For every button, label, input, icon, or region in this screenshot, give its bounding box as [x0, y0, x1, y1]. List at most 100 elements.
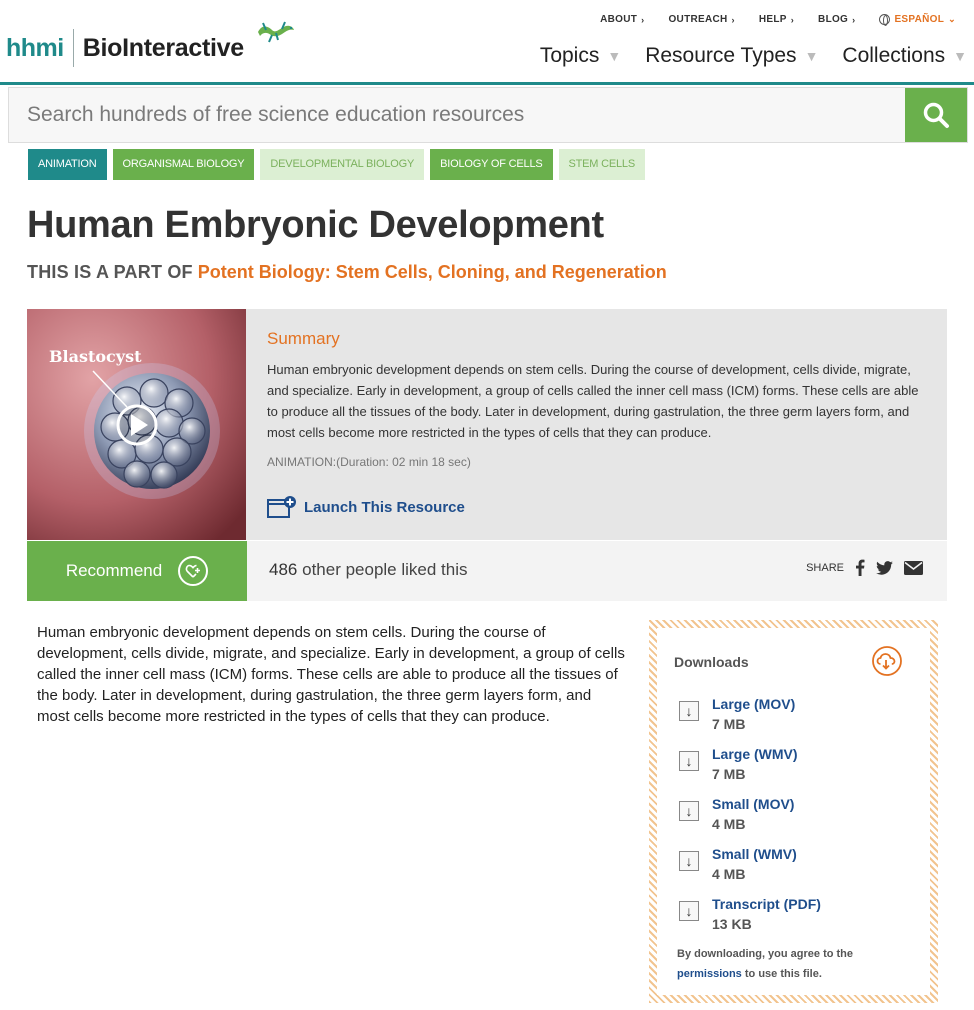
search-input[interactable] [9, 88, 907, 142]
recommend-label: Recommend [65, 561, 163, 580]
part-of-line: THIS IS A PART OF Potent Biology: Stem C… [27, 262, 667, 283]
language-label: ESPAÑOL [894, 14, 945, 25]
chevron-down-icon: ▼ [804, 48, 819, 64]
tag-developmental-biology[interactable]: DEVELOPMENTAL BIOLOGY [260, 149, 425, 180]
site-logo[interactable]: hhmi BioInteractive [6, 20, 294, 76]
download-item[interactable]: ↓ Large (MOV) 7 MB [679, 694, 909, 744]
launch-window-icon [267, 496, 296, 518]
chevron-right-icon: › [731, 14, 735, 25]
chevron-down-icon: ⌄ [948, 14, 956, 24]
resource-description: Human embryonic development depends on s… [37, 624, 625, 725]
nav-outreach-label: OUTREACH [668, 14, 728, 25]
nav-resource-types[interactable]: Resource Types ▼ [645, 44, 818, 68]
search-bar [8, 87, 968, 143]
chevron-right-icon: › [852, 14, 856, 25]
download-item[interactable]: ↓ Transcript (PDF) 13 KB [679, 894, 909, 944]
launch-resource-link[interactable]: Launch This Resource [267, 495, 465, 519]
nav-blog[interactable]: BLOG › [818, 14, 855, 25]
download-arrow-icon: ↓ [679, 901, 699, 921]
cloud-download-icon [872, 646, 902, 676]
collection-link[interactable]: Potent Biology: Stem Cells, Cloning, and… [198, 262, 667, 282]
part-of-label: THIS IS A PART OF [27, 262, 193, 282]
likes-suffix: other people liked this [302, 560, 468, 579]
nav-collections-label: Collections [842, 44, 946, 67]
summary-heading: Summary [267, 329, 340, 348]
download-name[interactable]: Small (MOV) [712, 794, 909, 814]
download-size: 4 MB [712, 816, 746, 832]
download-arrow-icon: ↓ [679, 851, 699, 871]
thumbnail-label: Blastocyst [49, 347, 142, 366]
video-thumbnail[interactable]: Blastocyst [27, 309, 246, 540]
nav-about[interactable]: ABOUT › [600, 14, 644, 25]
download-item[interactable]: ↓ Small (WMV) 4 MB [679, 844, 909, 894]
nav-outreach[interactable]: OUTREACH › [668, 14, 734, 25]
download-arrow-icon: ↓ [679, 701, 699, 721]
chevron-right-icon: › [790, 14, 795, 25]
download-name[interactable]: Large (WMV) [712, 744, 909, 764]
download-size: 7 MB [712, 766, 746, 782]
download-name[interactable]: Small (WMV) [712, 844, 909, 864]
download-list: ↓ Large (MOV) 7 MB ↓ Large (WMV) 7 MB ↓ … [679, 694, 909, 944]
chevron-down-icon: ▼ [607, 48, 622, 64]
nav-about-label: ABOUT [600, 14, 638, 25]
topic-tags: ANIMATION ORGANISMAL BIOLOGY DEVELOPMENT… [28, 149, 645, 180]
twitter-icon[interactable] [876, 560, 893, 575]
nav-collections[interactable]: Collections ▼ [842, 44, 967, 68]
tag-stem-cells[interactable]: STEM CELLS [558, 149, 645, 180]
tag-animation[interactable]: ANIMATION [28, 149, 107, 180]
blastocyst-image: Blastocyst [27, 309, 246, 540]
chevron-right-icon: › [641, 14, 645, 25]
like-count: 486 [269, 560, 298, 579]
tag-biology-of-cells[interactable]: BIOLOGY OF CELLS [430, 149, 553, 180]
launch-label: Launch This Resource [304, 498, 465, 516]
nav-blog-label: BLOG [818, 14, 849, 25]
search-button[interactable] [905, 88, 967, 142]
social-bar: Recommend 486 other people liked this SH… [27, 541, 947, 601]
facebook-icon[interactable] [855, 559, 865, 576]
globe-icon [879, 14, 891, 26]
heart-plus-icon [178, 556, 209, 586]
nav-help[interactable]: HELP › [759, 14, 794, 25]
utility-nav: ABOUT › OUTREACH › HELP › BLOG › ESPAÑOL ⌄ [600, 14, 956, 26]
downloads-panel: Downloads ↓ Large (MOV) 7 MB ↓ Large (WM… [649, 620, 938, 1003]
downloads-heading: Downloads [674, 654, 749, 670]
page-title: Human Embryonic Development [27, 204, 604, 246]
nav-topics[interactable]: Topics ▼ [540, 44, 621, 68]
resource-duration: ANIMATION:(Duration: 02 min 18 sec) [267, 455, 471, 469]
logo-divider [72, 29, 74, 67]
search-icon [923, 102, 949, 128]
recommend-button[interactable]: Recommend [27, 541, 247, 601]
main-nav: Topics ▼ Resource Types ▼ Collections ▼ [540, 44, 967, 68]
chevron-down-icon: ▼ [953, 48, 967, 64]
logo-hhmi: hhmi [6, 33, 64, 62]
nav-resource-types-label: Resource Types [645, 44, 797, 67]
download-terms-note: By downloading, you agree to the permiss… [677, 944, 902, 984]
download-size: 7 MB [712, 716, 746, 732]
download-name[interactable]: Large (MOV) [712, 694, 909, 714]
summary-card: Blastocyst Summary Human embryonic devel… [27, 309, 947, 540]
language-switch[interactable]: ESPAÑOL ⌄ [879, 14, 956, 26]
nav-topics-label: Topics [539, 44, 600, 67]
tag-organismal-biology[interactable]: ORGANISMAL BIOLOGY [112, 149, 255, 180]
header-divider [0, 82, 974, 85]
download-size: 4 MB [712, 866, 746, 882]
summary-text: Human embryonic development depends on s… [267, 362, 919, 440]
summary-panel: Summary Human embryonic development depe… [267, 329, 932, 469]
download-size: 13 KB [712, 916, 752, 932]
email-icon[interactable] [904, 560, 923, 575]
terms-prefix: By downloading, you agree to the [677, 948, 854, 960]
download-arrow-icon: ↓ [679, 751, 699, 771]
download-item[interactable]: ↓ Large (WMV) 7 MB [679, 744, 909, 794]
like-count-text: 486 other people liked this [269, 560, 468, 580]
logo-biointeractive: BioInteractive [82, 33, 244, 62]
site-header: hhmi BioInteractive ABOUT › OUTREACH › HEL… [0, 0, 974, 84]
play-icon[interactable] [116, 404, 158, 446]
download-arrow-icon: ↓ [679, 801, 699, 821]
permissions-link[interactable]: permissions [677, 968, 742, 980]
share-group: SHARE [806, 559, 923, 576]
download-name[interactable]: Transcript (PDF) [712, 894, 909, 914]
download-item[interactable]: ↓ Small (MOV) 4 MB [679, 794, 909, 844]
share-label: SHARE [806, 561, 844, 574]
nav-help-label: HELP [758, 14, 787, 25]
downloads-inner: Downloads ↓ Large (MOV) 7 MB ↓ Large (WM… [657, 628, 930, 995]
